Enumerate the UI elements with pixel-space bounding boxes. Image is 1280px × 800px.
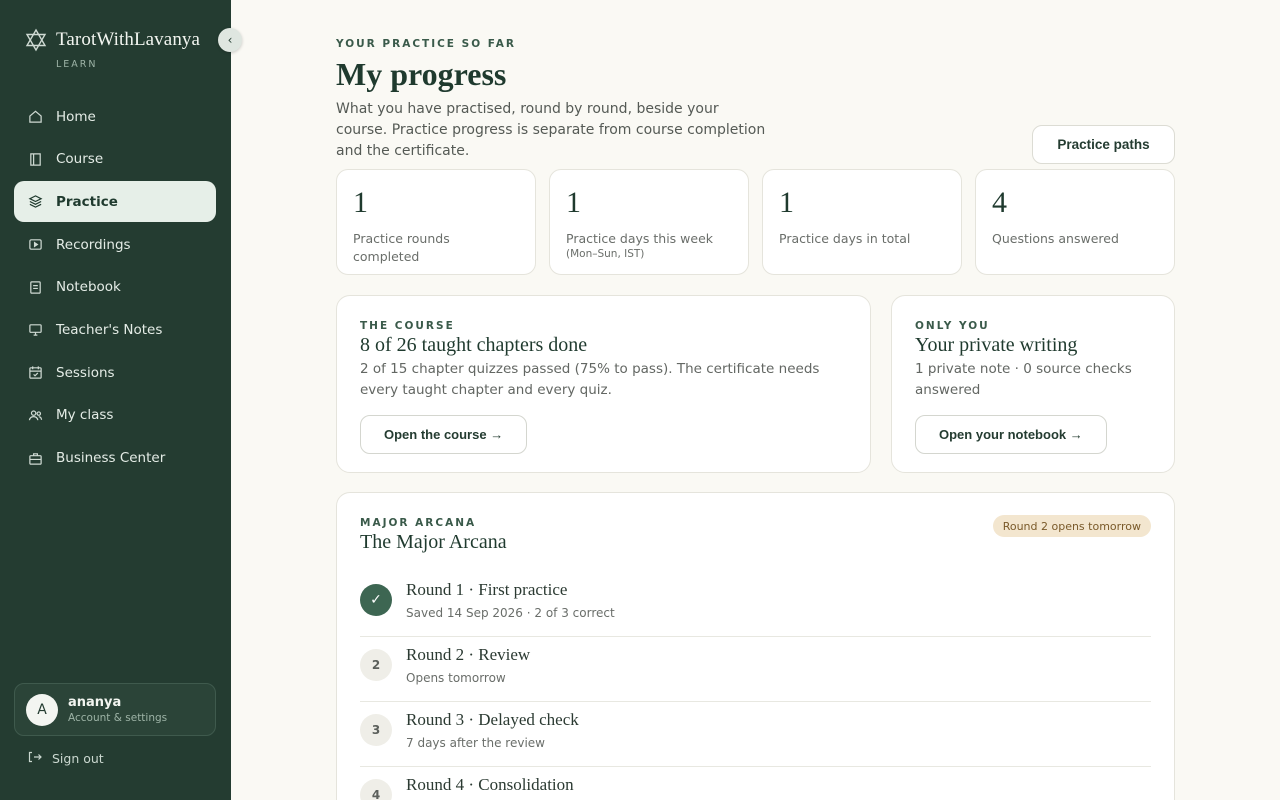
stat-card: 1 Practice days in total bbox=[762, 169, 962, 275]
list-item[interactable]: 2 Round 2 · Review Opens tomorrow bbox=[360, 637, 1151, 702]
main-content: YOUR PRACTICE SO FAR My progress What yo… bbox=[231, 0, 1280, 800]
sidebar-item-teachers-notes[interactable]: Teacher's Notes bbox=[14, 309, 216, 350]
stat-label: Practice days this week bbox=[566, 231, 714, 246]
sidebar-item-course[interactable]: Course bbox=[14, 139, 216, 180]
round-subtitle: Saved 14 Sep 2026 · 2 of 3 correct bbox=[406, 606, 615, 620]
major-arcana-card: MAJOR ARCANA The Major Arcana Round 2 op… bbox=[336, 492, 1175, 800]
chevron-left-icon: ‹ bbox=[227, 33, 233, 47]
sidebar-item-sessions[interactable]: Sessions bbox=[14, 352, 216, 393]
course-title: 8 of 26 taught chapters done bbox=[360, 334, 588, 356]
account-name: ananya bbox=[68, 695, 122, 710]
course-card: THE COURSE 8 of 26 taught chapters done … bbox=[336, 295, 871, 473]
brand-name: TarotWithLavanya bbox=[56, 29, 201, 50]
sidebar-nav: Home Course Practice Recordings Notebook bbox=[14, 96, 216, 480]
course-description: 2 of 15 chapter quizzes passed (75% to p… bbox=[360, 361, 820, 398]
stat-card: 1 Practice days this week (Mon–Sun, IST) bbox=[549, 169, 749, 275]
collapse-sidebar-button[interactable]: ‹ bbox=[218, 28, 242, 52]
round-title: Round 1 · First practice bbox=[406, 580, 568, 599]
stat-value: 4 bbox=[992, 186, 1007, 219]
stat-value: 1 bbox=[353, 186, 368, 219]
play-icon bbox=[26, 236, 44, 254]
sidebar-item-business-center[interactable]: Business Center bbox=[14, 438, 216, 479]
sidebar-item-label: Home bbox=[56, 108, 96, 125]
calendar-icon bbox=[26, 364, 44, 382]
round-title: Round 4 · Consolidation bbox=[406, 775, 574, 794]
sidebar-item-home[interactable]: Home bbox=[14, 96, 216, 137]
practice-paths-button[interactable]: Practice paths bbox=[1032, 125, 1175, 164]
page-title: My progress bbox=[336, 56, 507, 92]
sidebar-item-label: My class bbox=[56, 407, 114, 424]
stat-label: Practice rounds completed bbox=[353, 231, 450, 264]
sidebar-item-practice[interactable]: Practice bbox=[14, 181, 216, 223]
avatar: A bbox=[26, 693, 58, 726]
round-subtitle: Opens tomorrow bbox=[406, 671, 506, 685]
stat-value: 1 bbox=[566, 186, 581, 219]
stats-row: 1 Practice rounds completed 1 Practice d… bbox=[336, 169, 1175, 275]
status-badge: Round 2 opens tomorrow bbox=[992, 515, 1151, 537]
stat-label: Questions answered bbox=[992, 231, 1119, 246]
sidebar-item-recordings[interactable]: Recordings bbox=[14, 224, 216, 265]
monitor-icon bbox=[26, 321, 44, 339]
notebook-icon bbox=[26, 278, 44, 296]
round-title: Round 2 · Review bbox=[406, 645, 531, 664]
sidebar-item-label: Business Center bbox=[56, 450, 166, 466]
sidebar: TarotWithLavanya LEARN ‹ Home Course Pra… bbox=[0, 0, 242, 800]
stat-value: 1 bbox=[779, 186, 794, 219]
sidebar-item-label: Course bbox=[56, 151, 104, 168]
sidebar-item-label: Notebook bbox=[56, 279, 121, 296]
sidebar-item-notebook[interactable]: Notebook bbox=[14, 267, 216, 308]
open-course-button[interactable]: Open the course → bbox=[360, 415, 528, 454]
brand-subtitle: LEARN bbox=[56, 59, 98, 70]
check-icon: ✓ bbox=[360, 584, 392, 616]
open-notebook-button[interactable]: Open your notebook → bbox=[915, 415, 1107, 454]
sign-out-label: Sign out bbox=[52, 751, 104, 766]
sidebar-item-label: Recordings bbox=[56, 236, 131, 253]
page-description: What you have practised, round by round,… bbox=[336, 101, 766, 159]
stat-card: 4 Questions answered bbox=[975, 169, 1175, 275]
sidebar-item-label: Practice bbox=[56, 193, 118, 210]
list-item[interactable]: 4 Round 4 · Consolidation bbox=[360, 767, 1151, 800]
sign-out-icon bbox=[28, 751, 42, 766]
writing-title: Your private writing bbox=[915, 334, 1078, 356]
list-item[interactable]: ✓ Round 1 · First practice Saved 14 Sep … bbox=[360, 572, 1151, 637]
course-eyebrow: THE COURSE bbox=[360, 320, 455, 332]
page-eyebrow: YOUR PRACTICE SO FAR bbox=[336, 38, 516, 50]
writing-description: 1 private note · 0 source checks answere… bbox=[915, 361, 1132, 398]
stat-label: Practice days in total bbox=[779, 231, 911, 246]
account-settings-button[interactable]: A ananya Account & settings bbox=[14, 683, 216, 736]
sidebar-item-label: Sessions bbox=[56, 364, 115, 381]
sidebar-item-my-class[interactable]: My class bbox=[14, 395, 216, 436]
book-icon bbox=[26, 150, 44, 168]
writing-eyebrow: ONLY YOU bbox=[915, 320, 990, 332]
round-title: Round 3 · Delayed check bbox=[406, 710, 579, 729]
list-item[interactable]: 3 Round 3 · Delayed check 7 days after t… bbox=[360, 702, 1151, 767]
round-number: 3 bbox=[360, 714, 392, 746]
brand[interactable]: TarotWithLavanya bbox=[24, 28, 200, 52]
sign-out-button[interactable]: Sign out bbox=[28, 751, 104, 766]
stat-card: 1 Practice rounds completed bbox=[336, 169, 536, 275]
users-icon bbox=[26, 406, 44, 424]
layers-icon bbox=[26, 193, 44, 211]
home-icon bbox=[26, 108, 44, 126]
star-of-david-icon bbox=[25, 28, 47, 52]
sidebar-item-label: Teacher's Notes bbox=[56, 321, 163, 338]
account-subtitle: Account & settings bbox=[68, 712, 168, 724]
round-subtitle: 7 days after the review bbox=[406, 736, 545, 750]
briefcase-icon bbox=[26, 449, 44, 467]
round-number: 2 bbox=[360, 649, 392, 681]
rounds-list: ✓ Round 1 · First practice Saved 14 Sep … bbox=[360, 572, 1151, 800]
round-number: 4 bbox=[360, 779, 392, 800]
stat-sublabel: (Mon–Sun, IST) bbox=[566, 248, 645, 260]
private-writing-card: ONLY YOU Your private writing 1 private … bbox=[891, 295, 1175, 473]
